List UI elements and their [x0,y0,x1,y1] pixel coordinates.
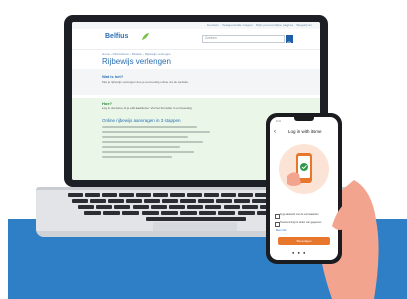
keyboard-key[interactable] [102,193,117,197]
text-line [102,146,180,148]
text-line [102,141,203,143]
search-button[interactable] [286,35,293,47]
site-logo[interactable]: Belfius [105,33,128,40]
keyboard-key[interactable] [68,193,83,197]
keyboard-key[interactable] [90,199,106,203]
text-line [102,131,210,133]
text-line [102,136,188,138]
keyboard-key[interactable] [180,211,197,215]
phone-header: ‹ Log in with itsme [270,125,338,139]
keyboard-key[interactable] [180,199,196,203]
consent-row[interactable]: Toestemming tot delen van gegevens [275,221,333,227]
keyboard-key[interactable] [144,199,160,203]
checkbox-label: Toestemming tot delen van gegevens [280,221,322,224]
keyboard-key[interactable] [218,211,236,215]
logo-leaf-icon [141,32,150,41]
keyboard-key[interactable] [198,199,214,203]
consent-list: Ik ga akkoord met de voorwaarden Toestem… [275,213,333,229]
keyboard-key[interactable] [114,205,131,209]
steps-subtitle[interactable]: Online rijbewijs aanvragen in 3 stappen [102,118,181,123]
keyboard-key[interactable] [150,205,167,209]
hand-holding-phone-icon [287,153,312,186]
more-info-link[interactable]: Meer info [276,229,286,232]
consent-row[interactable]: Ik ga akkoord met de voorwaarden [275,213,333,219]
keyboard-key[interactable] [223,205,240,209]
keyboard-key[interactable] [160,211,178,215]
keyboard-key[interactable] [84,211,101,215]
keyboard-key[interactable] [108,199,124,203]
keyboard-key[interactable] [96,205,113,209]
text-lines [102,126,210,161]
keyboard-key[interactable] [153,193,168,197]
phone-notch [294,117,314,121]
keyboard-key[interactable] [72,199,88,203]
keyboard-key[interactable] [234,199,250,203]
checkbox-label: Ik ga akkoord met de voorwaarden [280,213,319,216]
page-title: Rijbewijs verlengen [102,57,171,66]
website-header: Belfius Zoeken [72,29,320,50]
phone-screen: 9:41 ‹ Log in with itsme Ik ga akkoord m… [270,117,338,260]
keyboard-key[interactable] [162,199,178,203]
top-links[interactable]: Contact · Veelgestelde vragen · Mijn per… [207,23,312,27]
keyboard-key[interactable] [216,199,232,203]
keyboard-key[interactable] [170,193,185,197]
smartphone: 9:41 ‹ Log in with itsme Ik ga akkoord m… [266,113,342,264]
keyboard-key[interactable] [132,205,149,209]
search-placeholder: Zoeken [205,36,217,40]
keyboard-key[interactable] [187,205,204,209]
intro-title: Wat is het? [102,74,124,79]
keyboard-key[interactable] [205,205,222,209]
keyboard-key[interactable] [119,193,134,197]
keyboard-key[interactable] [122,211,140,215]
itsme-illustration [279,144,329,194]
keyboard-key[interactable] [126,199,142,203]
pagination-dots: ● ● ● [292,250,307,255]
search-input[interactable]: Zoeken [202,35,285,43]
phone-status-time: 9:41 [276,120,281,123]
keyboard-key[interactable] [241,205,258,209]
text-line [102,126,197,128]
keyboard-key[interactable] [78,205,94,209]
confirm-button[interactable]: Bevestigen [278,237,330,245]
keyboard-key[interactable] [238,193,253,197]
spacebar-key[interactable] [146,217,246,221]
green-section-text: Log in via itsme of je eID-kaartlezer. V… [102,106,193,110]
text-line [102,156,172,158]
keyboard-key[interactable] [169,205,185,209]
keyboard-key[interactable] [85,193,100,197]
keyboard-key[interactable] [199,211,217,215]
keyboard-key[interactable] [141,211,159,215]
back-arrow-icon[interactable]: ‹ [274,129,276,135]
text-line [102,151,194,153]
intro-text: Met je rijbewijs verlengen doe je eenvou… [102,80,189,84]
keyboard-key[interactable] [221,193,236,197]
website-topbar: Contact · Veelgestelde vragen · Mijn per… [72,22,320,29]
confirm-button-label: Bevestigen [296,239,312,243]
breadcrumb[interactable]: Home › Particulieren › Betalen › Rijbewi… [102,52,171,56]
search-icon [287,41,292,47]
keyboard-key[interactable] [204,193,219,197]
keyboard-key[interactable] [136,193,151,197]
phone-title: Log in with itsme [288,129,322,134]
keyboard-key[interactable] [187,193,202,197]
keyboard-key[interactable] [237,211,255,215]
keyboard-key[interactable] [103,211,121,215]
thumb-illustration [332,199,362,230]
illustration-scene: Contact · Veelgestelde vragen · Mijn per… [0,0,407,299]
